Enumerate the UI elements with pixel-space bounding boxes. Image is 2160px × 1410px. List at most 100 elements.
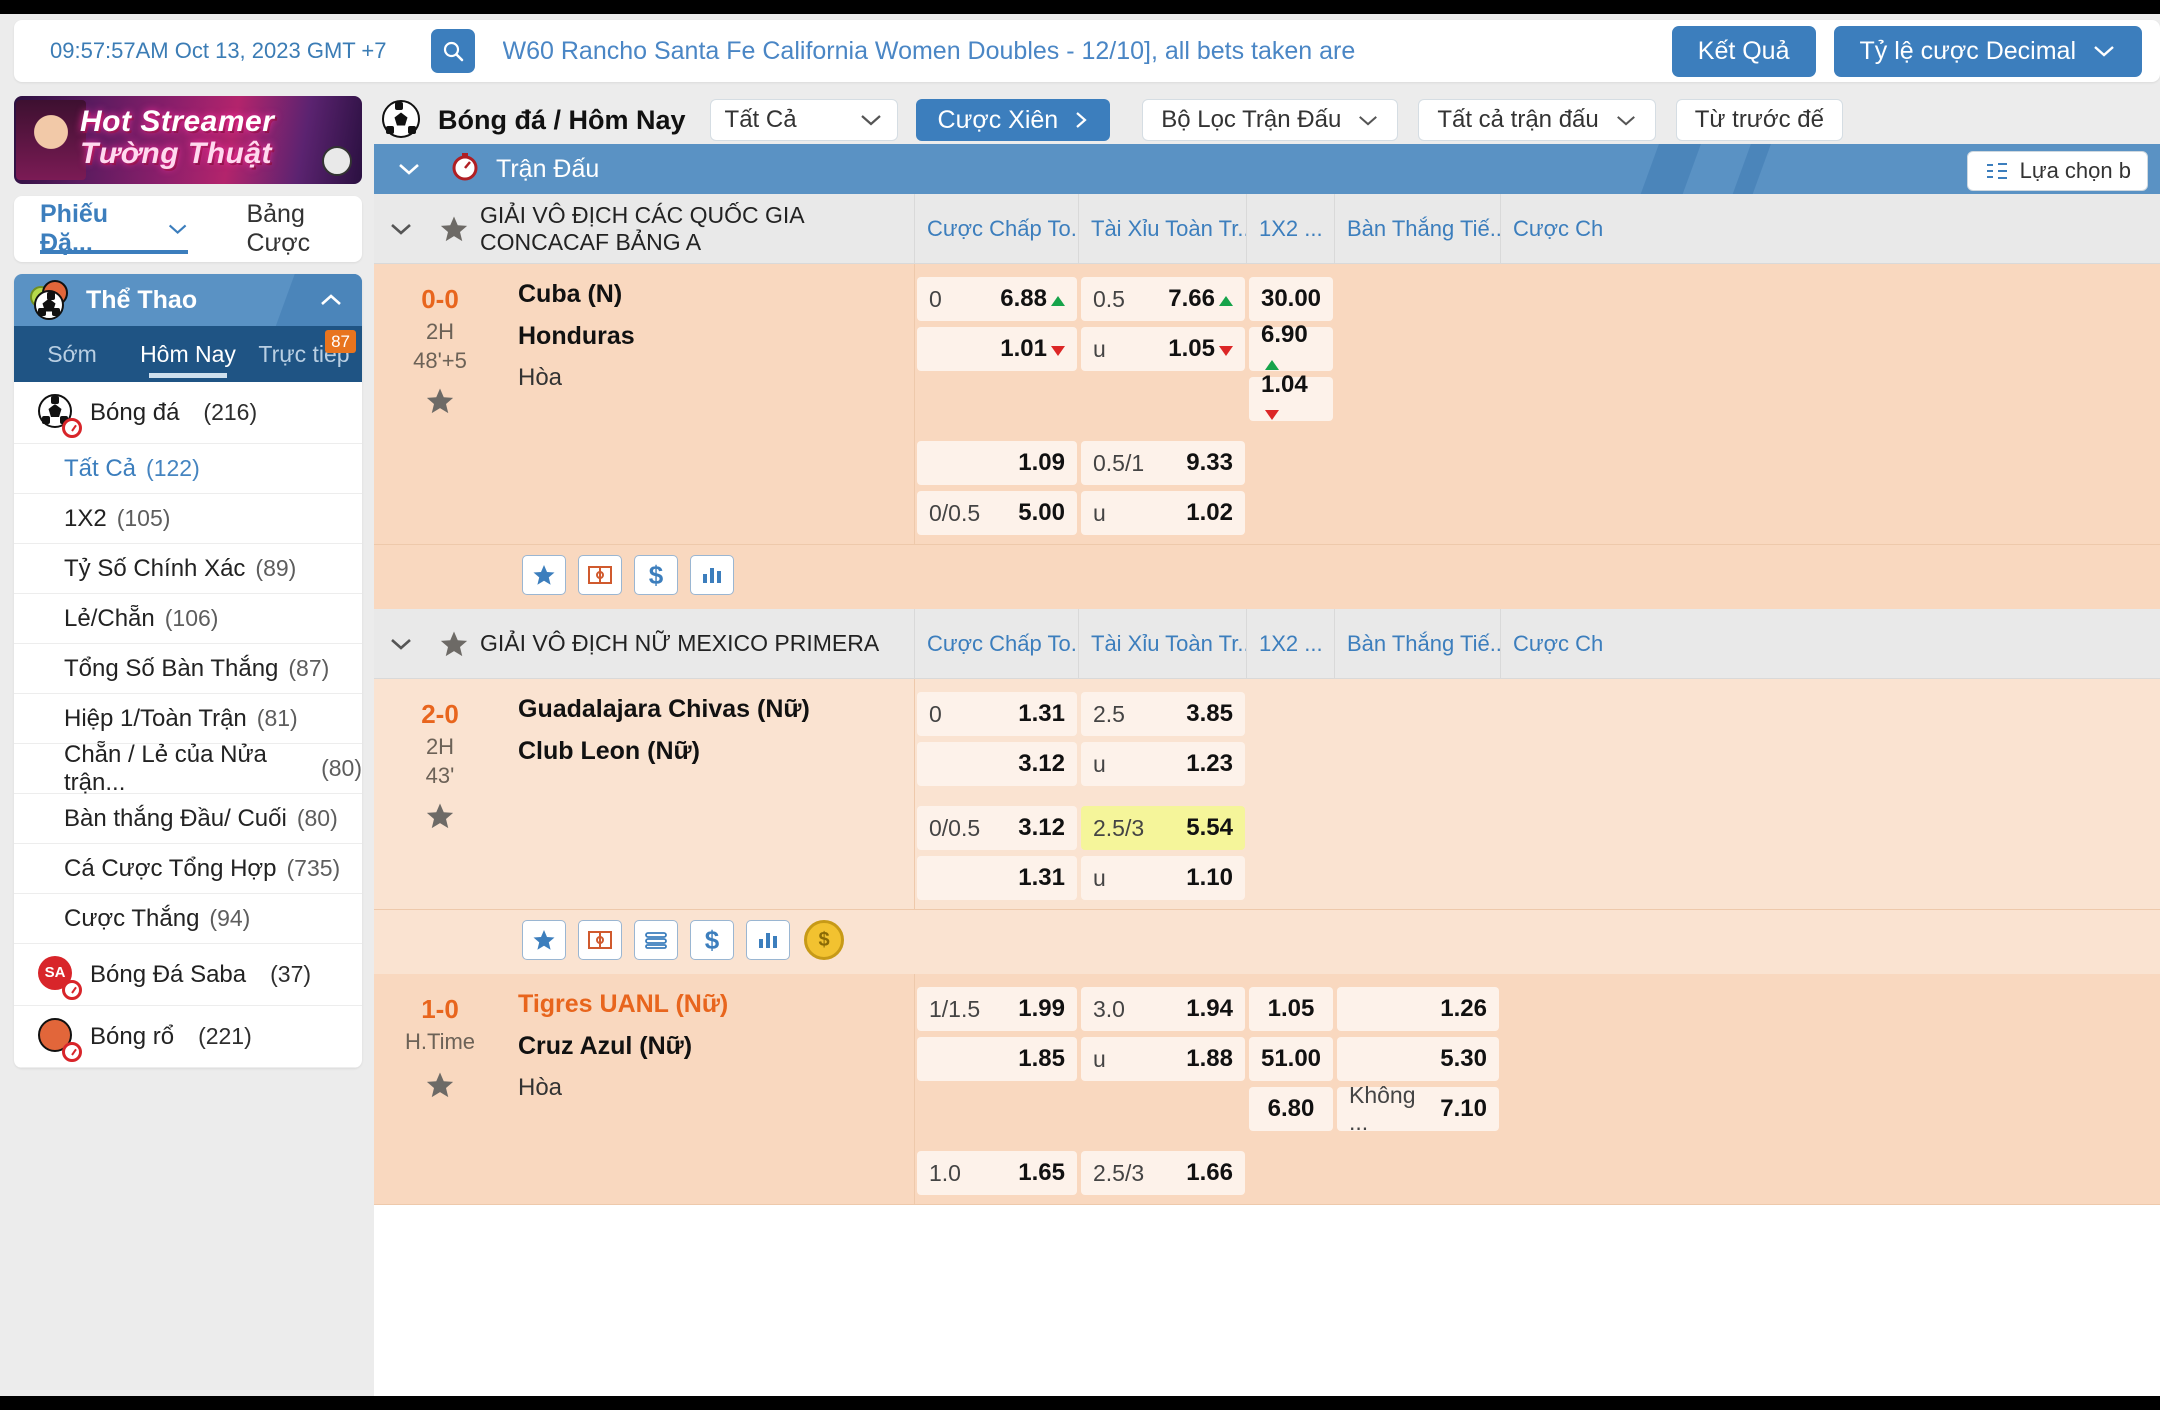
away-team: Honduras (518, 322, 635, 350)
odd-next-goal-away[interactable]: 5.30 (1337, 1037, 1499, 1081)
odd-value: 6.80 (1267, 1095, 1315, 1122)
odd-handicap[interactable]: 1/1.5 1.99 (917, 987, 1077, 1031)
sidebar-item-basketball[interactable]: Bóng rổ (221) (14, 1006, 362, 1068)
odd-over-under[interactable]: u 1.05 (1081, 327, 1245, 371)
odd-handicap-alt[interactable]: 0/0.5 3.12 (917, 806, 1077, 850)
column-header-handicap[interactable]: Cược Chấp To... (914, 194, 1078, 263)
betslip-tabs: Phiếu Đặ... Bảng Cược (14, 196, 362, 262)
odd-over-under[interactable]: 0.5 7.66 (1081, 277, 1245, 321)
odd-over-under-alt[interactable]: 2.5/3 1.66 (1081, 1151, 1245, 1195)
odd-over-under[interactable]: u 1.88 (1081, 1037, 1245, 1081)
odd-1x2-home[interactable]: 1.05 (1249, 987, 1333, 1031)
sort-select[interactable]: Từ trước đế (1675, 99, 1843, 141)
odd-over-under-alt[interactable]: u 1.10 (1081, 856, 1245, 900)
ou-line: u (1093, 750, 1106, 777)
chevron-down-icon[interactable] (396, 161, 422, 177)
odd-value: 7.10 (1440, 1095, 1487, 1122)
match-favorite-button[interactable] (424, 1070, 456, 1105)
bonus-button[interactable]: $ (802, 920, 846, 960)
sidebar-item-correct-score-count: (89) (255, 555, 297, 581)
match-favorite-button[interactable] (424, 801, 456, 836)
search-button[interactable] (430, 29, 475, 73)
pitch-view-button[interactable] (578, 920, 622, 960)
tab-live[interactable]: Trực tiếp 87 (246, 326, 362, 382)
sidebar-item-outright[interactable]: Cược Thắng (94) (14, 894, 362, 944)
pitch-view-button[interactable] (578, 555, 622, 595)
league-select[interactable]: Tất Cả (709, 99, 898, 141)
sidebar-item-half-odd-even[interactable]: Chẵn / Lẻ của Nửa trận... (80) (14, 740, 362, 796)
favorite-button[interactable] (522, 555, 566, 595)
odd-over-under[interactable]: 3.0 1.94 (1081, 987, 1245, 1031)
sidebar-item-correct-score[interactable]: Tỷ Số Chính Xác (89) (14, 544, 362, 594)
odd-1x2-draw[interactable]: 1.04 (1249, 371, 1333, 421)
odd-1x2-away[interactable]: 6.90 (1249, 321, 1333, 371)
odds-divider (915, 789, 2160, 803)
favorite-button[interactable] (522, 920, 566, 960)
statistics-button[interactable] (746, 920, 790, 960)
statistics-button[interactable] (690, 555, 734, 595)
column-header-handicap[interactable]: Cược Chấp To... (914, 609, 1078, 678)
column-header-next-goal[interactable]: Bàn Thắng Tiế... (1334, 194, 1500, 263)
odd-more (1503, 377, 1665, 421)
odd-1x2-away[interactable]: 51.00 (1249, 1037, 1333, 1081)
sidebar-item-first-last-goal[interactable]: Bàn thắng Đầu/ Cuối (80) (14, 794, 362, 844)
match-favorite-button[interactable] (424, 386, 456, 421)
column-header-1x2[interactable]: 1X2 ... (1246, 609, 1334, 678)
odd-handicap-alt[interactable]: 1.09 (917, 441, 1077, 485)
odd-next-goal (1337, 491, 1499, 535)
tab-today[interactable]: Hôm Nay (130, 326, 246, 382)
sidebar-item-mix-parlay[interactable]: Cá Cược Tổng Hợp (735) (14, 844, 362, 894)
tab-betslip[interactable]: Phiếu Đặ... (40, 196, 189, 262)
odd-1x2-home[interactable]: 30.00 (1249, 277, 1333, 321)
cashout-button[interactable]: $ (690, 920, 734, 960)
odd-over-under-alt[interactable]: 2.5/3 5.54 (1081, 806, 1245, 850)
chevron-up-icon[interactable] (318, 292, 344, 308)
odd-handicap[interactable]: 0 6.88 (917, 277, 1077, 321)
odd-handicap[interactable]: 3.12 (917, 742, 1077, 786)
sidebar-item-odd-even[interactable]: Lẻ/Chẵn (106) (14, 594, 362, 644)
column-header-1x2[interactable]: 1X2 ... (1246, 194, 1334, 263)
odd-next-goal-home[interactable]: 1.26 (1337, 987, 1499, 1031)
live-stream-button[interactable] (634, 920, 678, 960)
column-header-over-under[interactable]: Tài Xỉu Toàn Tr... (1078, 609, 1246, 678)
column-header-more[interactable]: Cược Ch (1500, 194, 1666, 263)
sidebar-item-total-goals[interactable]: Tổng Số Bàn Thắng (87) (14, 644, 362, 694)
all-matches-select[interactable]: Tất cả trận đấu (1418, 99, 1656, 141)
sidebar-item-ht-ft[interactable]: Hiệp 1/Toàn Trận (81) (14, 694, 362, 744)
league-collapse-toggle[interactable] (374, 636, 428, 652)
sidebar-item-all[interactable]: Tất Cả (122) (14, 444, 362, 494)
results-button[interactable]: Kết Quả (1671, 25, 1816, 77)
tab-early[interactable]: Sớm (14, 326, 130, 382)
sidebar-item-half-odd-even-label: Chẵn / Lẻ của Nửa trận... (64, 740, 267, 796)
odd-handicap-alt[interactable]: 0/0.5 5.00 (917, 491, 1077, 535)
display-options-button[interactable]: Lựa chọn b (1966, 151, 2148, 191)
league-favorite-button[interactable] (428, 629, 480, 659)
sidebar-item-saba-soccer[interactable]: SA Bóng Đá Saba (37) (14, 944, 362, 1006)
column-header-over-under[interactable]: Tài Xỉu Toàn Tr... (1078, 194, 1246, 263)
odd-over-under-alt[interactable]: 0.5/1 9.33 (1081, 441, 1245, 485)
odd-over-under[interactable]: 2.5 3.85 (1081, 692, 1245, 736)
column-header-more[interactable]: Cược Ch (1500, 609, 1666, 678)
odds-format-select[interactable]: Tỷ lệ cược Decimal (1833, 25, 2142, 77)
cashout-button[interactable]: $ (634, 555, 678, 595)
league-favorite-button[interactable] (428, 214, 480, 244)
odd-handicap[interactable]: 1.01 (917, 327, 1077, 371)
odd-handicap-alt[interactable]: 1.0 1.65 (917, 1151, 1077, 1195)
odd-over-under-alt[interactable]: u 1.02 (1081, 491, 1245, 535)
promo-banner[interactable]: Hot Streamer Tường Thuật (14, 96, 362, 184)
sidebar-item-1x2[interactable]: 1X2 (105) (14, 494, 362, 544)
match-filter-select[interactable]: Bộ Lọc Trận Đấu (1142, 99, 1399, 141)
ball-patch (38, 308, 46, 316)
odd-next-goal-none[interactable]: Không ... 7.10 (1337, 1082, 1499, 1135)
odd-handicap[interactable]: 0 1.31 (917, 692, 1077, 736)
tab-betlist[interactable]: Bảng Cược (246, 200, 362, 258)
odd-1x2-draw[interactable]: 6.80 (1249, 1087, 1333, 1131)
odd-over-under[interactable]: u 1.23 (1081, 742, 1245, 786)
column-header-next-goal[interactable]: Bàn Thắng Tiế... (1334, 609, 1500, 678)
odd-handicap[interactable]: 1.85 (917, 1037, 1077, 1081)
odd-handicap-alt[interactable]: 1.31 (917, 856, 1077, 900)
parlay-button[interactable]: Cược Xiên (915, 99, 1111, 141)
league-collapse-toggle[interactable] (374, 221, 428, 237)
sidebar-item-soccer[interactable]: Bóng đá (216) (14, 382, 362, 444)
sports-panel-header[interactable]: Thể Thao (14, 274, 362, 326)
